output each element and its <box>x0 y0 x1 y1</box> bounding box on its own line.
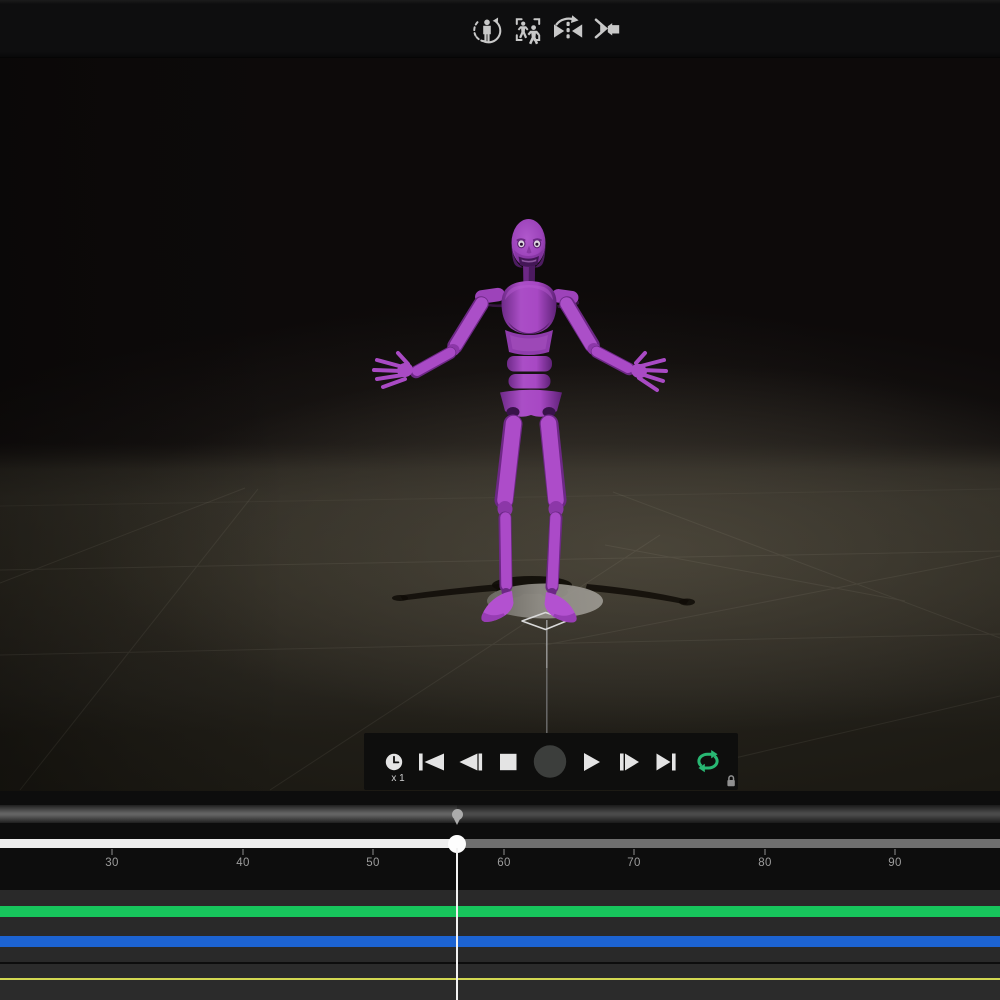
svg-text:x 1: x 1 <box>391 773 405 784</box>
